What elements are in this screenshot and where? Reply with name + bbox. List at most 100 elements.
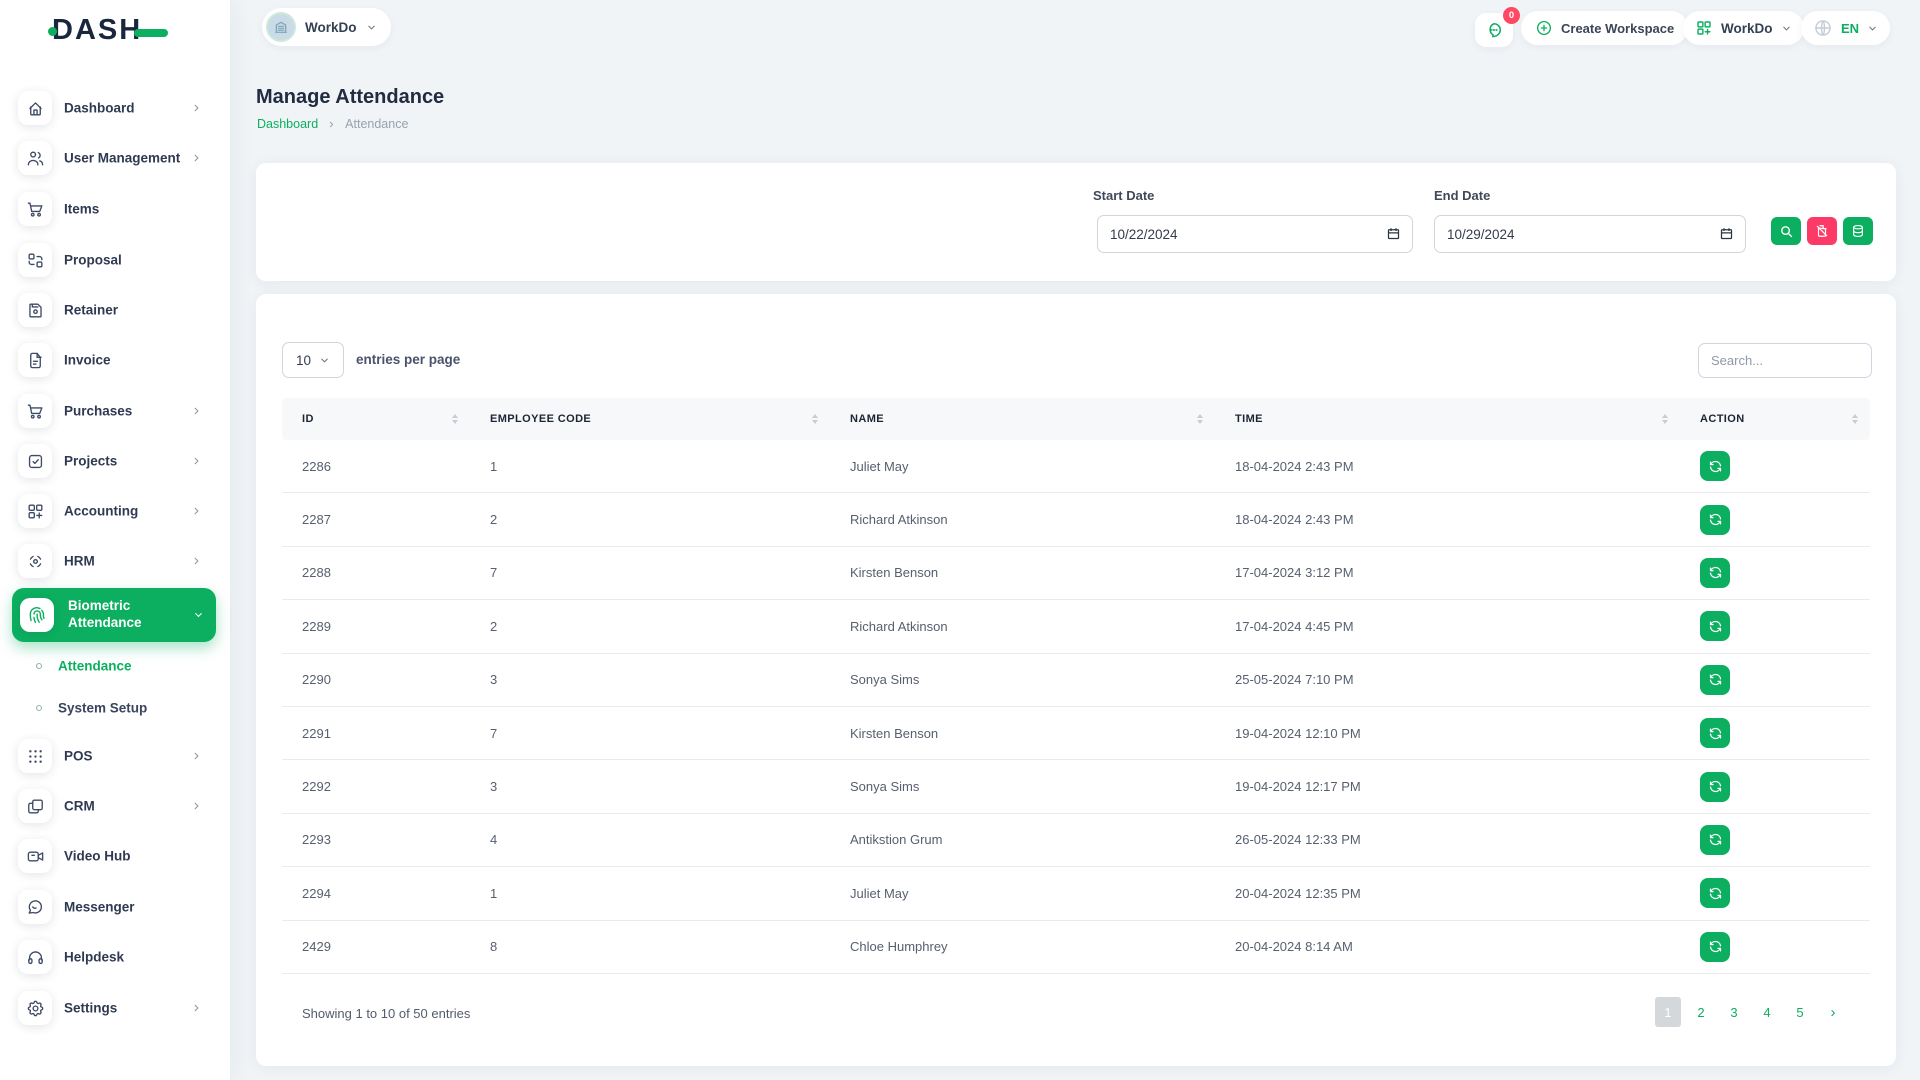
cell-action	[1680, 665, 1870, 695]
sidebar-item-hrm[interactable]: HRM	[0, 536, 230, 586]
app-logo[interactable]: DASH	[52, 14, 142, 47]
sidebar-subitem-attendance[interactable]: Attendance	[0, 648, 230, 684]
cell-name: Juliet May	[830, 459, 1215, 474]
chevron-right-icon	[191, 506, 202, 517]
sidebar-subitem-label: System Setup	[58, 701, 147, 716]
sidebar-item-helpdesk[interactable]: Helpdesk	[0, 932, 230, 982]
circle-icon	[34, 661, 44, 671]
chevron-right-icon	[327, 120, 336, 129]
page-button-1[interactable]: 1	[1655, 997, 1681, 1027]
sidebar-item-biometric-attendance[interactable]: Biometric Attendance	[12, 588, 216, 642]
cell-id: 2288	[282, 565, 470, 580]
start-date-input[interactable]	[1097, 215, 1413, 253]
page-button-3[interactable]: 3	[1721, 997, 1747, 1027]
cell-action	[1680, 825, 1870, 855]
sidebar-item-video-hub[interactable]: Video Hub	[0, 831, 230, 881]
sidebar-item-purchases[interactable]: Purchases	[0, 386, 230, 436]
column-header-time[interactable]: TIME	[1215, 398, 1680, 440]
logo-dash-accent	[134, 29, 168, 37]
sidebar-item-items[interactable]: Items	[0, 184, 230, 234]
cell-action	[1680, 451, 1870, 481]
sort-icon	[452, 414, 458, 424]
sidebar-item-label: Invoice	[64, 353, 111, 368]
cell-time: 17-04-2024 4:45 PM	[1215, 619, 1680, 634]
cell-time: 20-04-2024 12:35 PM	[1215, 886, 1680, 901]
column-header-id[interactable]: ID	[282, 398, 470, 440]
export-data-button[interactable]	[1843, 217, 1873, 245]
table-search-input[interactable]	[1698, 343, 1872, 378]
end-date-input[interactable]	[1434, 215, 1746, 253]
refresh-icon	[1708, 672, 1723, 687]
cell-time: 19-04-2024 12:10 PM	[1215, 726, 1680, 741]
sidebar-item-accounting[interactable]: Accounting	[0, 486, 230, 536]
clear-filter-button[interactable]	[1807, 217, 1837, 245]
refresh-attendance-button[interactable]	[1700, 878, 1730, 908]
column-header-employee-code[interactable]: EMPLOYEE CODE	[470, 398, 830, 440]
refresh-attendance-button[interactable]	[1700, 505, 1730, 535]
next-page-button[interactable]: ›	[1820, 997, 1846, 1027]
sidebar-item-label: Messenger	[64, 900, 135, 915]
sidebar-item-user-management[interactable]: User Management	[0, 133, 230, 183]
sidebar-item-crm[interactable]: CRM	[0, 781, 230, 831]
table-row: 2289 2 Richard Atkinson 17-04-2024 4:45 …	[282, 600, 1870, 653]
chevron-right-icon	[191, 1003, 202, 1014]
cell-id: 2292	[282, 779, 470, 794]
language-selector[interactable]: EN	[1801, 11, 1890, 45]
cell-id: 2294	[282, 886, 470, 901]
cell-time: 20-04-2024 8:14 AM	[1215, 939, 1680, 954]
language-label: EN	[1841, 21, 1859, 36]
chevron-right-icon	[191, 556, 202, 567]
notifications-button[interactable]: 0	[1475, 13, 1513, 47]
refresh-attendance-button[interactable]	[1700, 451, 1730, 481]
table-row: 2293 4 Antikstion Grum 26-05-2024 12:33 …	[282, 814, 1870, 867]
refresh-icon	[1708, 565, 1723, 580]
create-workspace-button[interactable]: Create Workspace	[1521, 11, 1688, 45]
cell-employee-code: 4	[470, 832, 830, 847]
breadcrumb-dashboard-link[interactable]: Dashboard	[257, 117, 318, 131]
search-icon	[1779, 224, 1794, 239]
cell-name: Sonya Sims	[830, 672, 1215, 687]
sidebar-item-retainer[interactable]: Retainer	[0, 285, 230, 335]
apply-filter-button[interactable]	[1771, 217, 1801, 245]
refresh-attendance-button[interactable]	[1700, 932, 1730, 962]
cell-time: 18-04-2024 2:43 PM	[1215, 512, 1680, 527]
sidebar-item-label: Biometric Attendance	[68, 598, 178, 632]
dots-grid-icon	[18, 739, 52, 773]
column-label: NAME	[850, 413, 884, 425]
sidebar-item-proposal[interactable]: Proposal	[0, 235, 230, 285]
sidebar-item-dashboard[interactable]: Dashboard	[0, 83, 230, 133]
refresh-attendance-button[interactable]	[1700, 718, 1730, 748]
breadcrumb: Dashboard Attendance	[257, 117, 408, 131]
sidebar-item-messenger[interactable]: Messenger	[0, 882, 230, 932]
refresh-attendance-button[interactable]	[1700, 558, 1730, 588]
column-label: ACTION	[1700, 413, 1745, 425]
page-button-4[interactable]: 4	[1754, 997, 1780, 1027]
refresh-attendance-button[interactable]	[1700, 825, 1730, 855]
cell-employee-code: 7	[470, 565, 830, 580]
chevron-down-icon	[1867, 23, 1878, 34]
end-date-label: End Date	[1434, 188, 1490, 203]
refresh-attendance-button[interactable]	[1700, 665, 1730, 695]
workspace-selector[interactable]: WorkDo	[262, 8, 391, 46]
start-date-label: Start Date	[1093, 188, 1154, 203]
sidebar-item-label: Dashboard	[64, 101, 135, 116]
entries-per-page-select[interactable]: 10	[282, 342, 344, 378]
sidebar-item-settings[interactable]: Settings	[0, 983, 230, 1033]
cell-employee-code: 2	[470, 619, 830, 634]
column-header-action[interactable]: ACTION	[1680, 398, 1870, 440]
sidebar-item-pos[interactable]: POS	[0, 731, 230, 781]
refresh-icon	[1708, 939, 1723, 954]
cell-time: 17-04-2024 3:12 PM	[1215, 565, 1680, 580]
refresh-attendance-button[interactable]	[1700, 611, 1730, 641]
page-button-5[interactable]: 5	[1787, 997, 1813, 1027]
column-header-name[interactable]: NAME	[830, 398, 1215, 440]
cell-action	[1680, 932, 1870, 962]
sidebar-item-projects[interactable]: Projects	[0, 436, 230, 486]
page-button-2[interactable]: 2	[1688, 997, 1714, 1027]
sidebar-subitem-system-setup[interactable]: System Setup	[0, 690, 230, 726]
cell-id: 2290	[282, 672, 470, 687]
refresh-attendance-button[interactable]	[1700, 772, 1730, 802]
sidebar-item-label: Projects	[64, 454, 117, 469]
sidebar-item-invoice[interactable]: Invoice	[0, 335, 230, 385]
app-switcher[interactable]: WorkDo	[1683, 11, 1804, 45]
